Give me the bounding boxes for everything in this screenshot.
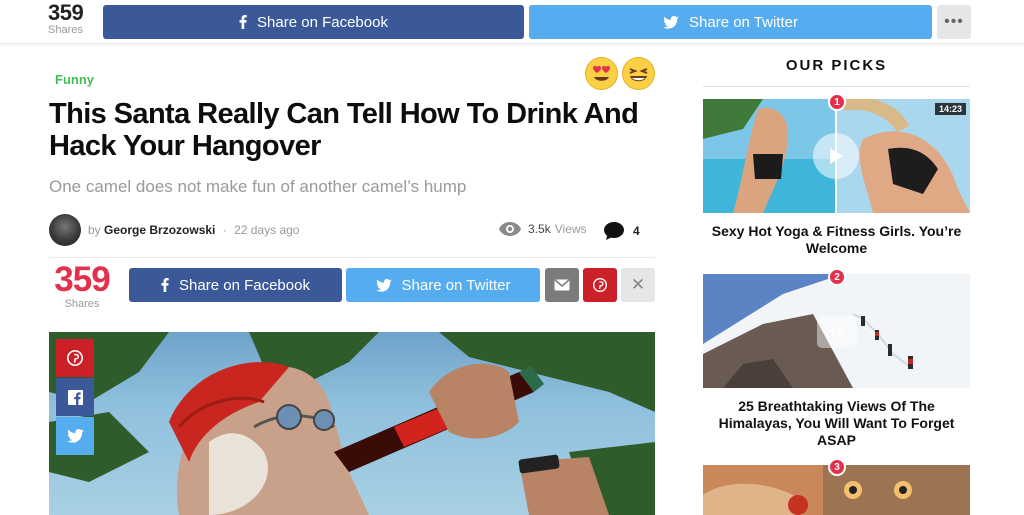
pick-1-rank-badge: 1 <box>828 93 846 111</box>
more-share-options-button[interactable]: ••• <box>937 5 971 39</box>
article-share-twitter-button[interactable]: Share on Twitter <box>346 268 540 302</box>
floating-share-facebook-button[interactable] <box>56 378 94 416</box>
pinterest-icon <box>593 278 607 292</box>
close-share-button[interactable]: ✕ <box>621 268 655 302</box>
our-picks-heading: OUR PICKS <box>785 57 888 74</box>
facebook-icon <box>239 15 247 29</box>
share-pinterest-button[interactable] <box>583 268 617 302</box>
article-share-label: Shares <box>64 298 100 310</box>
article-share-facebook-label: Share on Facebook <box>179 276 310 294</box>
comment-count: 4 <box>633 224 640 238</box>
reaction-badges <box>585 57 655 90</box>
gallery-count: 15 <box>830 325 844 339</box>
comments-link[interactable]: 4 <box>603 221 640 241</box>
hero-image <box>49 332 655 515</box>
floating-share-twitter-button[interactable] <box>56 417 94 455</box>
twitter-icon <box>375 278 392 292</box>
meta-divider <box>49 257 655 258</box>
twitter-icon <box>66 429 84 443</box>
share-facebook-label: Share on Facebook <box>257 13 388 31</box>
share-count: 359 <box>48 0 84 25</box>
mail-icon <box>554 279 570 291</box>
article-share-facebook-button[interactable]: Share on Facebook <box>129 268 342 302</box>
article-share-count: 359 <box>54 260 110 299</box>
share-email-button[interactable] <box>545 268 579 302</box>
eye-icon <box>499 222 521 236</box>
byline-separator: · <box>222 223 227 237</box>
pick-2-rank-badge: 2 <box>828 268 846 286</box>
post-date: 22 days ago <box>234 223 300 237</box>
view-counter: 3.5k Views <box>498 221 586 237</box>
gallery-count-icon: 15 <box>817 316 857 348</box>
pick-1-title[interactable]: Sexy Hot Yoga & Fitness Girls. You’re We… <box>703 223 970 257</box>
article-title: This Santa Really Can Tell How To Drink … <box>49 98 639 162</box>
twitter-icon <box>663 15 679 29</box>
sticky-share-bar: 359 Shares Share on Facebook Share on Tw… <box>0 0 1024 44</box>
floating-share-pinterest-button[interactable] <box>56 339 94 377</box>
view-label: Views <box>554 222 587 236</box>
share-twitter-button[interactable]: Share on Twitter <box>529 5 932 39</box>
share-counter: 359 Shares <box>48 0 93 37</box>
article-share-counter: 359 Shares <box>49 260 115 311</box>
author-avatar[interactable] <box>49 214 81 246</box>
author-name-link[interactable]: George Brzozowski <box>104 223 215 237</box>
byline: by George Brzozowski · 22 days ago <box>88 223 299 237</box>
laughing-emoji-icon[interactable] <box>622 57 655 90</box>
byline-prefix: by <box>88 223 101 237</box>
pick-3-rank-badge: 3 <box>828 458 846 476</box>
share-count-label: Shares <box>48 24 83 36</box>
article-subtitle: One camel does not make fun of another c… <box>49 177 467 196</box>
category-link[interactable]: Funny <box>55 72 94 87</box>
our-picks-divider <box>703 86 970 87</box>
view-count: 3.5k <box>528 222 551 236</box>
share-facebook-button[interactable]: Share on Facebook <box>103 5 524 39</box>
comment-bubble-icon <box>604 222 624 240</box>
facebook-icon <box>161 278 169 292</box>
pick-2-thumbnail[interactable]: 15 <box>703 274 970 388</box>
article-share-twitter-label: Share on Twitter <box>401 276 511 294</box>
pinterest-icon <box>67 350 83 366</box>
heart-eyes-emoji-icon[interactable] <box>585 57 618 90</box>
pick-2-title[interactable]: 25 Breathtaking Views Of The Himalayas, … <box>703 398 970 449</box>
facebook-square-icon <box>67 389 83 405</box>
pick-1-thumbnail[interactable]: 14:23 <box>703 99 970 213</box>
share-twitter-label: Share on Twitter <box>689 13 798 31</box>
play-video-icon[interactable] <box>813 133 859 179</box>
video-duration: 14:23 <box>934 103 966 115</box>
